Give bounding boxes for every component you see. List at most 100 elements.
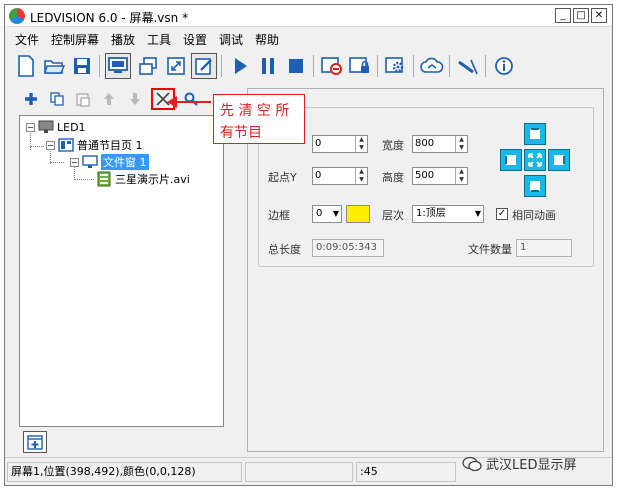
spin-arrows-icon[interactable]: ▲ ▼ (455, 168, 467, 184)
border-color-swatch[interactable] (346, 205, 370, 223)
watermark: 武汉LED显示屏 (462, 454, 576, 473)
paste-icon[interactable] (73, 89, 93, 109)
file-count-label: 文件数量 (468, 243, 512, 256)
tree-connector (74, 179, 94, 180)
dropdown-arrow-icon: ▼ (332, 209, 339, 218)
align-left-icon[interactable] (500, 149, 522, 171)
copy-icon[interactable] (47, 89, 67, 109)
height-label: 高度 (382, 171, 404, 184)
menu-settings[interactable]: 设置 (183, 31, 207, 48)
open-folder-icon[interactable] (41, 53, 67, 79)
align-right-icon[interactable] (548, 149, 570, 171)
tree-label-window: 文件窗 1 (101, 154, 149, 170)
menu-debug[interactable]: 调试 (219, 31, 243, 48)
start-y-label: 起点Y (268, 171, 297, 184)
antenna-icon[interactable] (455, 53, 481, 79)
border-label: 边框 (268, 209, 290, 222)
play-icon[interactable] (227, 53, 253, 79)
close-button[interactable]: ✕ (591, 8, 607, 23)
multi-window-icon[interactable] (135, 53, 161, 79)
toolbar-separator (377, 55, 378, 77)
lock-screen-icon[interactable] (347, 53, 373, 79)
screen-icon[interactable] (105, 53, 131, 79)
collapse-icon[interactable]: − (46, 140, 55, 150)
app-window: LEDVISION 6.0 - 屏幕.vsn * _ □ ✕ 文件 控制屏幕 播… (4, 4, 613, 486)
info-icon[interactable] (491, 53, 517, 79)
spin-arrows-icon[interactable]: ▲ ▼ (355, 136, 367, 152)
stop-icon[interactable] (283, 53, 309, 79)
toolbar-separator (413, 55, 414, 77)
fit-icon[interactable] (163, 53, 189, 79)
video-file-icon (97, 171, 111, 187)
maximize-button[interactable]: □ (573, 8, 589, 23)
start-x-field[interactable]: 0 ▲ ▼ (312, 135, 368, 153)
toolbar-separator (313, 55, 314, 77)
no-screen-icon[interactable] (319, 53, 345, 79)
main-toolbar (5, 49, 612, 83)
status-info: 屏幕1,位置(398,492),颜色(0,0,128) (7, 462, 242, 482)
toolbar-separator (99, 55, 100, 77)
annotation-callout: 先 清 空 所 有节目 (213, 94, 305, 144)
settings-icon[interactable] (383, 53, 409, 79)
move-up-icon[interactable] (99, 89, 119, 109)
layer-label: 层次 (382, 209, 404, 222)
tree-connector (30, 146, 44, 147)
menu-help[interactable]: 帮助 (255, 31, 279, 48)
sync-anim-label: 相同动画 (512, 209, 556, 222)
add-program-icon (27, 435, 43, 450)
add-program-button[interactable] (23, 431, 47, 453)
tree-label-page: 普通节目页 1 (77, 139, 143, 152)
spin-arrows-icon[interactable]: ▲ ▼ (355, 168, 367, 184)
program-tree: − LED1 − 普通节目页 1 − 文件窗 1 三星演示片.avi (19, 115, 224, 427)
cloud-icon[interactable] (419, 53, 445, 79)
save-icon[interactable] (69, 53, 95, 79)
status-middle (245, 462, 353, 482)
tree-label-file: 三星演示片.avi (115, 173, 190, 186)
move-down-icon[interactable] (125, 89, 145, 109)
spin-arrows-icon[interactable]: ▲ ▼ (455, 136, 467, 152)
title-bar: LEDVISION 6.0 - 屏幕.vsn * _ □ ✕ (5, 5, 612, 27)
align-top-icon[interactable] (524, 123, 546, 145)
tree-node-window[interactable]: − 文件窗 1 (70, 154, 149, 170)
tree-node-file[interactable]: 三星演示片.avi (96, 171, 190, 187)
file-count-field: 1 (516, 239, 572, 257)
annotation-line-1: 先 清 空 所 (220, 103, 290, 119)
collapse-icon[interactable]: − (70, 157, 79, 167)
align-bottom-icon[interactable] (524, 175, 546, 197)
monitor-icon (38, 120, 54, 133)
toolbar-separator (485, 55, 486, 77)
menu-control-screen[interactable]: 控制屏幕 (51, 31, 99, 48)
width-field[interactable]: 800 ▲ ▼ (412, 135, 468, 153)
tree-label-led1: LED1 (57, 120, 86, 134)
menu-file[interactable]: 文件 (15, 31, 39, 48)
border-select[interactable]: 0 ▼ (312, 205, 342, 223)
add-icon[interactable] (21, 89, 41, 109)
sync-anim-checkbox[interactable]: ✓ (496, 208, 508, 220)
page-icon (58, 138, 74, 152)
watermark-text: 武汉LED显示屏 (486, 458, 577, 473)
tree-node-page[interactable]: − 普通节目页 1 (46, 137, 143, 153)
window-title: LEDVISION 6.0 - 屏幕.vsn * (30, 11, 189, 25)
tree-node-led1[interactable]: − LED1 (26, 120, 86, 134)
file-window-icon (82, 155, 98, 168)
total-length-label: 总长度 (268, 243, 301, 256)
wechat-icon (462, 456, 482, 471)
start-y-field[interactable]: 0 ▲ ▼ (312, 167, 368, 185)
fullscreen-icon[interactable] (524, 149, 546, 171)
minimize-button[interactable]: _ (555, 8, 571, 23)
width-label: 宽度 (382, 139, 404, 152)
toolbar-separator (449, 55, 450, 77)
menu-play[interactable]: 播放 (111, 31, 135, 48)
menu-tools[interactable]: 工具 (147, 31, 171, 48)
layer-select[interactable]: 1:顶层 ▼ (412, 205, 484, 223)
annotation-arrow (167, 96, 211, 108)
tree-connector (50, 162, 64, 163)
dropdown-arrow-icon: ▼ (474, 209, 481, 218)
collapse-icon[interactable]: − (26, 122, 35, 132)
edit-icon[interactable] (191, 53, 217, 79)
status-time: :45 (356, 462, 456, 482)
pause-icon[interactable] (255, 53, 281, 79)
height-field[interactable]: 500 ▲ ▼ (412, 167, 468, 185)
total-length-field: 0:09:05:343 (312, 239, 384, 257)
new-file-icon[interactable] (13, 53, 39, 79)
